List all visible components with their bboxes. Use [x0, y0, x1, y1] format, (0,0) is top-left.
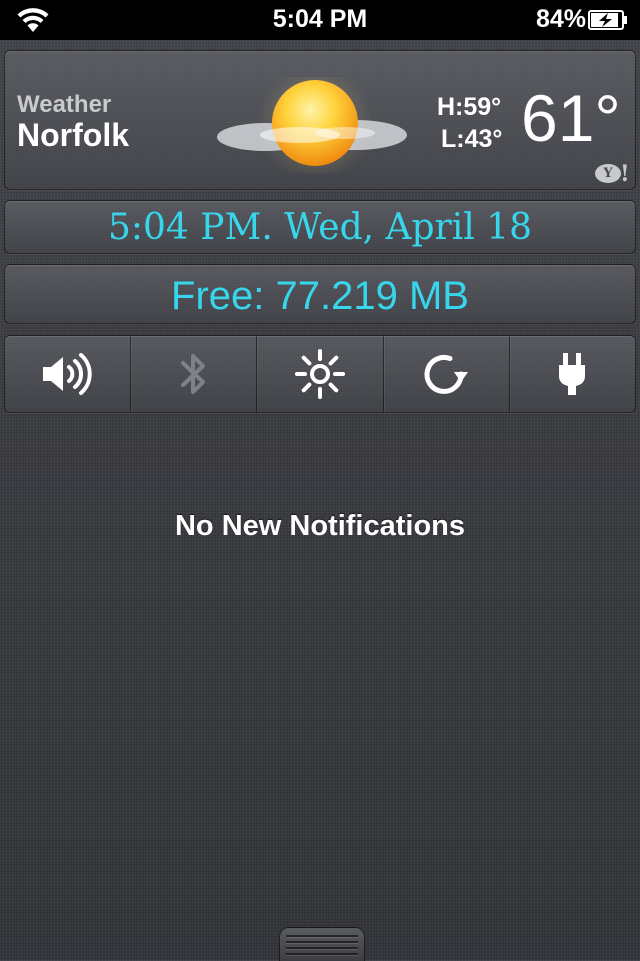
- rotation-toggle[interactable]: [384, 336, 510, 412]
- power-toggle[interactable]: [510, 336, 635, 412]
- free-memory-text: Free: 77.219 MB: [171, 274, 469, 318]
- yahoo-logo: Y!: [595, 161, 633, 187]
- battery-percent: 84%: [535, 5, 586, 33]
- memory-widget[interactable]: Free: 77.219 MB: [4, 264, 636, 324]
- date-widget[interactable]: 5:04 PM. Wed, April 18: [4, 200, 636, 254]
- status-bar: 5:04 PM 84%: [0, 0, 640, 40]
- bluetooth-toggle[interactable]: [131, 336, 258, 412]
- bluetooth-icon: [180, 354, 205, 394]
- brightness-icon: [295, 349, 345, 399]
- rotation-icon: [424, 354, 469, 394]
- weather-high: H:59°: [437, 93, 502, 121]
- quick-toggles: [4, 335, 636, 413]
- weather-widget[interactable]: Weather Norfolk H:59° L:43° 61° Y!: [4, 50, 636, 190]
- weather-low: L:43°: [441, 125, 503, 153]
- no-notifications-message: No New Notifications: [174, 510, 465, 542]
- brightness-toggle[interactable]: [257, 336, 384, 412]
- drawer-handle[interactable]: [279, 927, 365, 961]
- sun-cloud-icon: [217, 77, 407, 173]
- battery-charging-icon: [588, 10, 627, 30]
- date-text: 5:04 PM. Wed, April 18: [107, 207, 533, 248]
- volume-toggle[interactable]: [5, 336, 132, 412]
- speaker-icon: [42, 353, 92, 395]
- weather-temperature: 61°: [521, 81, 621, 155]
- weather-label: Weather: [17, 91, 112, 118]
- weather-city: Norfolk: [17, 117, 129, 153]
- plug-icon: [559, 353, 586, 395]
